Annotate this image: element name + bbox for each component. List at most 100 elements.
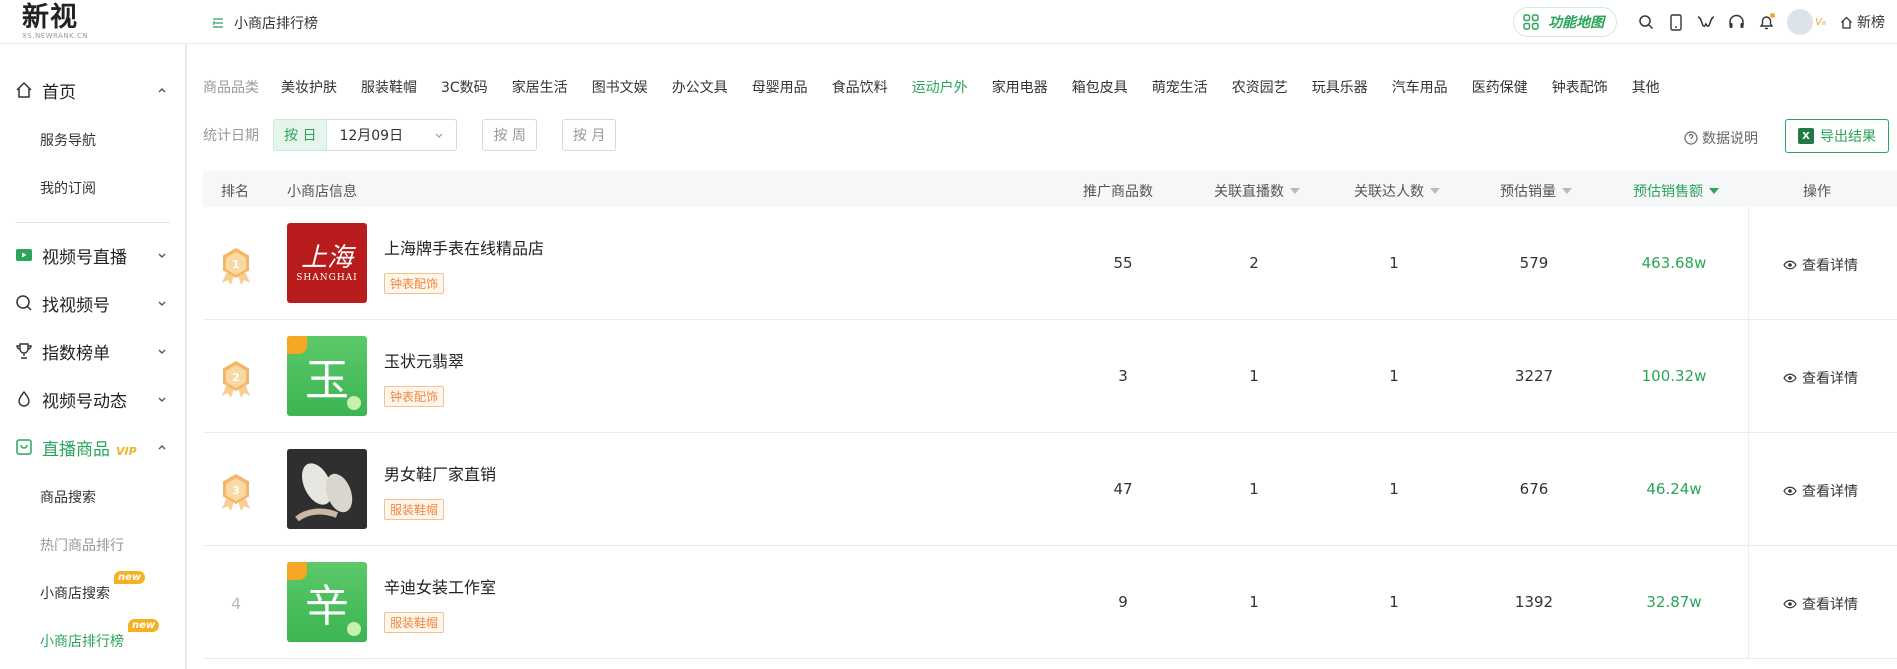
shop-category-tag: 钟表配饰: [384, 386, 445, 407]
date-filter: 统计日期 按 日 12月09日 按 周 按 月: [203, 119, 617, 151]
by-month-button[interactable]: 按 月: [561, 119, 617, 151]
category-tab-active[interactable]: 运动户外: [912, 77, 968, 97]
by-day-button[interactable]: 按 日: [273, 119, 328, 151]
category-tab[interactable]: 家居生活: [512, 77, 568, 97]
sidebar-item-label: 首页: [42, 82, 76, 103]
thumb-logo-sub: SHANGHAI: [296, 273, 358, 283]
data-explain-link[interactable]: 数据说明: [1684, 128, 1758, 148]
category-label: 商品品类: [203, 80, 259, 96]
category-tab[interactable]: 医药保健: [1472, 77, 1528, 97]
avatar[interactable]: [1787, 9, 1814, 35]
category-tab[interactable]: 图书文娱: [592, 77, 648, 97]
est-sales: 100.32w: [1641, 367, 1707, 385]
shop-thumbnail[interactable]: [287, 449, 367, 529]
thumb-bubble: [347, 622, 361, 636]
column-divider: [1748, 433, 1749, 546]
sidebar-item-channel-live[interactable]: 视频号直播: [0, 235, 185, 275]
date-select[interactable]: 12月09日: [327, 119, 458, 151]
mobile-icon[interactable]: [1665, 11, 1687, 33]
chevron-up-icon: [158, 445, 166, 450]
category-tab[interactable]: 食品饮料: [832, 77, 888, 97]
thumb-logo-text: 玉: [305, 355, 349, 406]
brand-logo[interactable]: 新视 XS.NEWRANK.CN: [22, 4, 102, 42]
export-button[interactable]: X 导出结果: [1785, 119, 1889, 153]
column-divider: [1748, 320, 1749, 433]
shop-thumbnail[interactable]: 辛: [287, 562, 367, 642]
shop-name[interactable]: 玉状元翡翠: [384, 348, 464, 372]
category-tab[interactable]: 钟表配饰: [1552, 77, 1608, 97]
header-est-sales[interactable]: 预估销售额: [1633, 181, 1719, 201]
talents-count: 1: [1389, 480, 1399, 498]
lives-count: 1: [1249, 480, 1259, 498]
talents-count: 1: [1389, 254, 1399, 272]
view-details-button[interactable]: 查看详情: [1783, 368, 1858, 388]
by-week-button[interactable]: 按 周: [482, 119, 537, 151]
est-volume: 676: [1519, 480, 1549, 498]
sidebar-item-live-goods[interactable]: 直播商品 VIP: [0, 427, 185, 467]
grid-icon: [1523, 14, 1539, 30]
sidebar-item-home[interactable]: 首页: [0, 70, 185, 110]
header-est-volume[interactable]: 预估销量: [1500, 181, 1572, 201]
sidebar-item-index-ranking[interactable]: 指数榜单: [0, 331, 185, 371]
header-talents[interactable]: 关联达人数: [1354, 181, 1440, 201]
sidebar-item-channel-dynamics[interactable]: 视频号动态: [0, 379, 185, 419]
column-divider: [1748, 546, 1749, 659]
view-details-label: 查看详情: [1802, 597, 1858, 613]
thumb-logo-text: 上海: [300, 243, 353, 273]
question-icon: [1684, 131, 1698, 145]
category-tab[interactable]: 其他: [1632, 77, 1660, 97]
channels-icon[interactable]: [1695, 11, 1717, 33]
category-tab[interactable]: 箱包皮具: [1072, 77, 1128, 97]
category-tab[interactable]: 家用电器: [992, 77, 1048, 97]
category-tab[interactable]: 农资园艺: [1232, 77, 1288, 97]
data-explain-label: 数据说明: [1702, 131, 1758, 147]
view-details-button[interactable]: 查看详情: [1783, 481, 1858, 501]
sort-icon: [1430, 188, 1440, 194]
bronze-medal-icon: 3: [222, 474, 250, 511]
sidebar-sub-shop-search[interactable]: 小商店搜索: [40, 583, 110, 603]
bell-icon[interactable]: [1755, 11, 1777, 33]
newrank-home-link[interactable]: 新榜: [1840, 12, 1885, 32]
sidebar-item-find-channel[interactable]: 找视频号: [0, 283, 185, 323]
logo-text: 新视: [22, 2, 78, 33]
home-icon: [16, 81, 32, 98]
sidebar-sub-hot-goods-ranking[interactable]: 热门商品排行: [40, 535, 124, 555]
view-details-button[interactable]: 查看详情: [1783, 255, 1858, 275]
sort-icon: [1562, 188, 1572, 194]
shop-thumbnail[interactable]: 上海 SHANGHAI: [287, 223, 367, 303]
chevron-down-icon: [158, 253, 166, 258]
chevron-down-icon: [158, 301, 166, 306]
category-tab[interactable]: 服装鞋帽: [361, 77, 417, 97]
shop-name[interactable]: 上海牌手表在线精品店: [384, 235, 544, 259]
shop-thumbnail[interactable]: 玉: [287, 336, 367, 416]
category-tab[interactable]: 母婴用品: [752, 77, 808, 97]
products-count: 9: [1118, 593, 1128, 611]
gold-medal-icon: 1: [222, 248, 250, 285]
sidebar-sub-goods-search[interactable]: 商品搜索: [40, 487, 96, 507]
date-label: 统计日期: [203, 128, 259, 144]
new-badge: new: [114, 571, 146, 584]
collapse-menu-icon[interactable]: [212, 17, 224, 29]
sidebar: 首页 服务导航 我的订阅 视频号直播 找视频号 指数榜单 视频号动态 直播商品 V…: [0, 44, 187, 669]
category-tab[interactable]: 3C数码: [441, 77, 488, 97]
sidebar-sub-shop-ranking[interactable]: 小商店排行榜: [40, 631, 124, 651]
shop-name[interactable]: 男女鞋厂家直销: [384, 461, 496, 485]
feature-map-button[interactable]: 功能地图: [1513, 7, 1618, 37]
sidebar-sub-my-subscriptions[interactable]: 我的订阅: [40, 178, 96, 198]
search-icon[interactable]: [1635, 11, 1657, 33]
category-tab[interactable]: 玩具乐器: [1312, 77, 1368, 97]
category-tab[interactable]: 汽车用品: [1392, 77, 1448, 97]
headset-icon[interactable]: [1725, 11, 1747, 33]
category-tab[interactable]: 办公文具: [672, 77, 728, 97]
sidebar-sub-service-nav[interactable]: 服务导航: [40, 130, 96, 150]
top-right-tools: 功能地图 V₆ 新榜: [1513, 0, 1897, 44]
shop-name[interactable]: 辛迪女装工作室: [384, 574, 496, 598]
sidebar-item-label: 视频号动态: [42, 391, 127, 412]
products-count: 3: [1118, 367, 1128, 385]
shop-corner-badge: [287, 336, 307, 354]
category-tab[interactable]: 美妆护肤: [281, 77, 337, 97]
category-tab[interactable]: 萌宠生活: [1152, 77, 1208, 97]
header-lives[interactable]: 关联直播数: [1214, 181, 1300, 201]
view-details-button[interactable]: 查看详情: [1783, 594, 1858, 614]
thumb-logo-text: 辛: [305, 581, 349, 632]
